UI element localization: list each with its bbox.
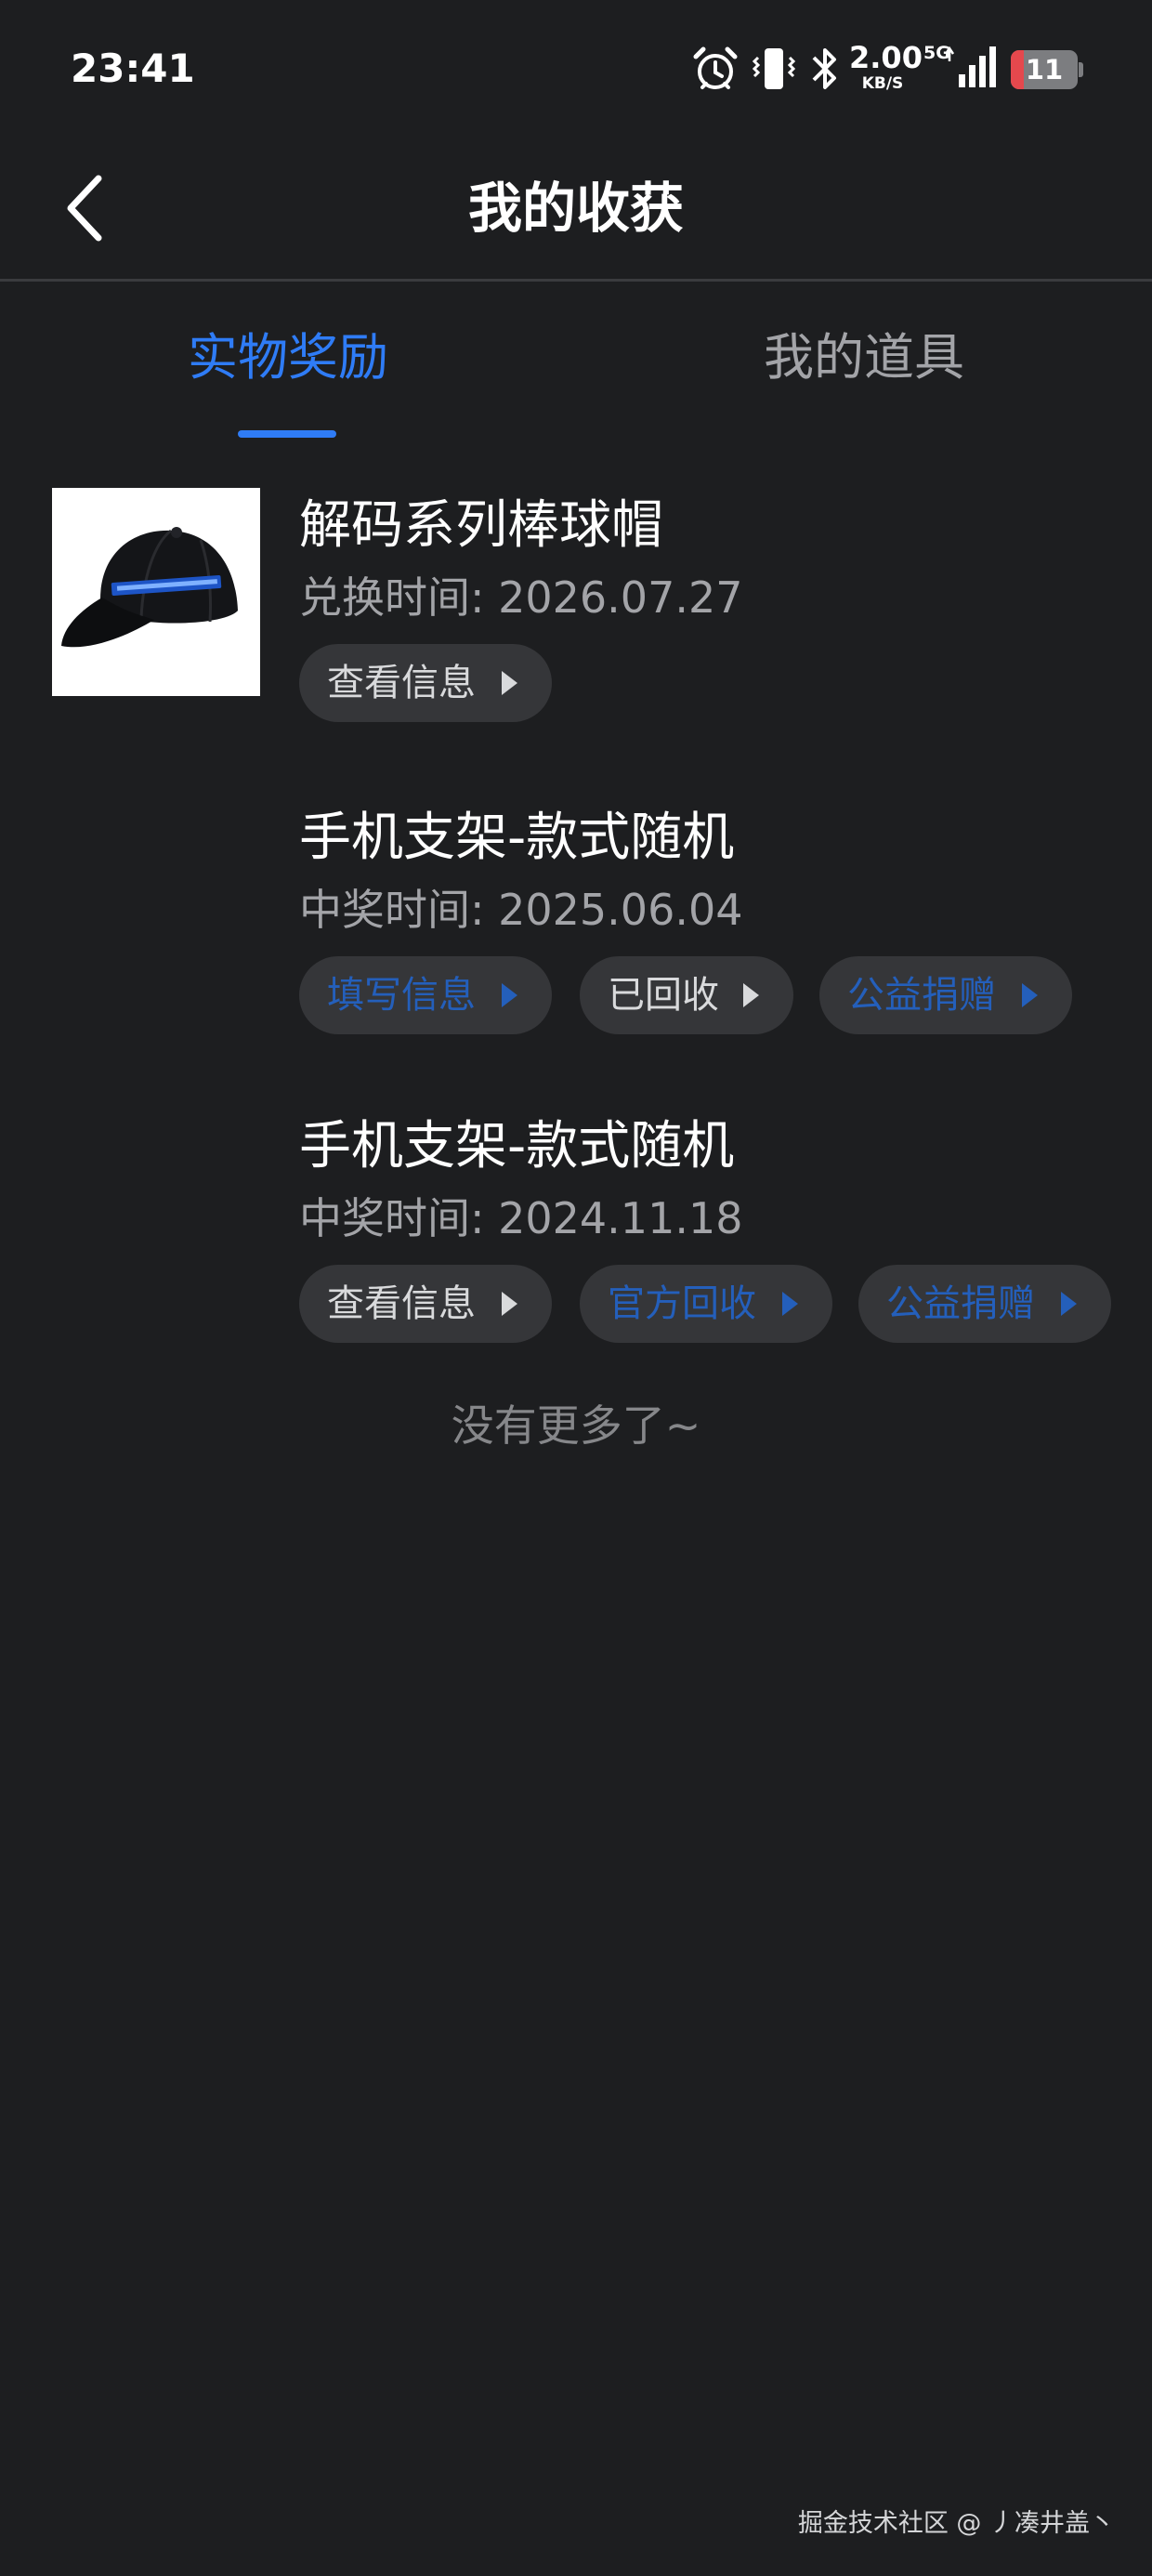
charity-donate-button[interactable]: 公益捐赠	[819, 956, 1072, 1034]
reward-item[interactable]: 手机支架-款式随机 中奖时间: 2025.06.04 填写信息 已回收 公益捐赠	[0, 798, 1152, 1086]
battery-icon: 11	[1011, 50, 1083, 89]
battery-body: 11	[1011, 50, 1078, 89]
charity-donate-button[interactable]: 公益捐赠	[858, 1265, 1111, 1343]
page-title: 我的收获	[467, 177, 684, 240]
reward-item[interactable]: 手机支架-款式随机 中奖时间: 2024.11.18 查看信息 官方回收 公益捐…	[0, 1107, 1152, 1395]
reward-name: 手机支架-款式随机	[299, 1116, 735, 1176]
reward-name: 解码系列棒球帽	[299, 495, 663, 556]
tab-my-items[interactable]: 我的道具	[576, 319, 1152, 402]
end-of-list-text: 没有更多了~	[451, 1400, 701, 1451]
status-bar: 23:41 2.00 KB/S 5G 11	[0, 0, 1152, 138]
caret-right-icon	[1061, 1292, 1077, 1316]
reward-item[interactable]: 解码系列棒球帽 兑换时间: 2026.07.27 查看信息	[0, 486, 1152, 774]
charity-donate-label: 公益捐赠	[847, 974, 996, 1017]
reward-time: 兑换时间: 2026.07.27	[299, 572, 743, 623]
recycled-label: 已回收	[608, 974, 719, 1017]
status-time: 23:41	[71, 46, 195, 91]
battery-level: 11	[1025, 54, 1064, 85]
official-recycle-button[interactable]: 官方回收	[580, 1265, 832, 1343]
caret-right-icon	[502, 1292, 517, 1316]
fill-info-button[interactable]: 填写信息	[299, 956, 552, 1034]
fill-info-label: 填写信息	[327, 974, 476, 1017]
reward-time: 中奖时间: 2025.06.04	[299, 885, 743, 935]
tab-bar: 实物奖励 我的道具	[0, 282, 1152, 440]
view-info-label: 查看信息	[327, 662, 476, 704]
official-recycle-label: 官方回收	[608, 1282, 756, 1325]
bluetooth-icon	[812, 48, 836, 89]
active-tab-indicator	[238, 430, 336, 438]
tab-physical-rewards[interactable]: 实物奖励	[0, 319, 576, 402]
recycled-button[interactable]: 已回收	[580, 956, 793, 1034]
vibrate-icon	[752, 48, 796, 89]
reward-name: 手机支架-款式随机	[299, 808, 735, 868]
watermark: 掘金技术社区 @ 丿凑井盖丶	[797, 2509, 1115, 2538]
network-speed-value: 2.00	[849, 40, 923, 75]
view-info-button[interactable]: 查看信息	[299, 1265, 552, 1343]
charity-donate-label: 公益捐赠	[886, 1282, 1035, 1325]
reward-thumbnail	[52, 488, 260, 696]
caret-right-icon	[782, 1292, 798, 1316]
caret-right-icon	[1022, 983, 1038, 1007]
baseball-cap-image	[52, 488, 260, 696]
alarm-icon	[693, 46, 738, 89]
caret-right-icon	[502, 983, 517, 1007]
nav-bar: 我的收获	[0, 138, 1152, 282]
network-speed-unit: KB/S	[861, 74, 904, 93]
caret-right-icon	[743, 983, 759, 1007]
caret-right-icon	[502, 671, 517, 695]
network-speed: 2.00 KB/S	[849, 40, 923, 93]
reward-time: 中奖时间: 2024.11.18	[299, 1193, 743, 1243]
battery-tip	[1079, 62, 1083, 77]
view-info-button[interactable]: 查看信息	[299, 644, 552, 722]
view-info-label: 查看信息	[327, 1282, 476, 1325]
signal-icon	[944, 46, 996, 87]
